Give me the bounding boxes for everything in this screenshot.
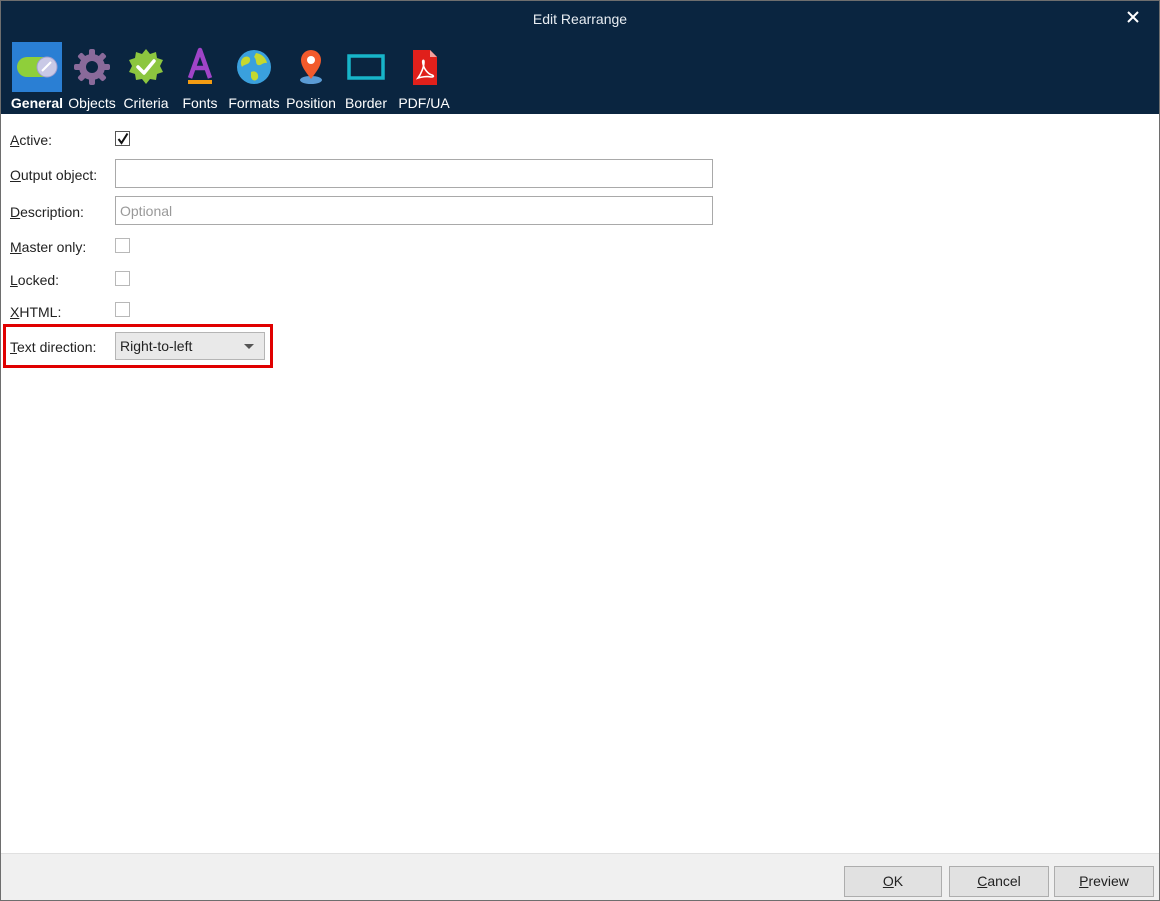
dialog-title: Edit Rearrange <box>532 11 628 27</box>
tab-label: Border <box>344 95 388 111</box>
tab-criteria[interactable]: Criteria <box>120 42 172 114</box>
chevron-down-icon <box>244 344 254 349</box>
tab-label: Formats <box>228 95 280 111</box>
edit-rearrange-dialog: Edit Rearrange General Objects Criteria … <box>0 0 1160 901</box>
xhtml-label: XHTML: <box>10 304 62 320</box>
close-button[interactable] <box>1123 7 1143 27</box>
tab-objects[interactable]: Objects <box>67 42 117 114</box>
tab-border[interactable]: Border <box>341 42 391 114</box>
description-input[interactable] <box>115 196 713 225</box>
tab-label: Criteria <box>123 95 169 111</box>
locked-label: Locked: <box>10 272 60 288</box>
dialog-header: Edit Rearrange General Objects Criteria … <box>1 1 1159 114</box>
tab-label: Position <box>286 95 336 111</box>
text-direction-value: Right-to-left <box>120 338 193 354</box>
tab-fonts[interactable]: Fonts <box>175 42 225 114</box>
gear-icon <box>67 42 117 92</box>
text-direction-select[interactable]: Right-to-left <box>115 332 265 360</box>
active-checkbox[interactable] <box>115 131 130 146</box>
locked-checkbox[interactable] <box>115 271 130 286</box>
output-object-input[interactable] <box>115 159 713 188</box>
tab-position[interactable]: Position <box>284 42 338 114</box>
master-only-label: Master only: <box>10 239 87 255</box>
globe-icon <box>229 42 279 92</box>
ok-button[interactable]: OK <box>844 866 942 897</box>
tab-pdfua[interactable]: PDF/UA <box>396 42 452 114</box>
preview-button[interactable]: Preview <box>1054 866 1154 897</box>
description-label: Description: <box>10 204 84 220</box>
font-a-icon <box>175 42 225 92</box>
active-label: Active: <box>10 132 53 148</box>
cancel-button[interactable]: Cancel <box>949 866 1049 897</box>
master-only-checkbox[interactable] <box>115 238 130 253</box>
tab-label: Objects <box>68 95 116 111</box>
tab-label: PDF/UA <box>398 95 450 111</box>
checkmark-icon <box>117 132 129 145</box>
toggle-icon <box>12 42 62 92</box>
map-pin-icon <box>286 42 336 92</box>
close-icon <box>1127 11 1139 23</box>
dialog-footer: OK Cancel Preview <box>1 853 1159 900</box>
tab-label: Fonts <box>182 95 218 111</box>
text-direction-label: Text direction: <box>10 339 97 355</box>
output-object-label: Output object: <box>10 167 98 183</box>
tab-general[interactable]: General <box>10 42 64 114</box>
tab-label: General <box>10 95 64 111</box>
badge-check-icon <box>121 42 171 92</box>
border-square-icon <box>341 42 391 92</box>
pdf-file-icon <box>399 42 449 92</box>
tab-formats[interactable]: Formats <box>227 42 281 114</box>
xhtml-checkbox[interactable] <box>115 302 130 317</box>
